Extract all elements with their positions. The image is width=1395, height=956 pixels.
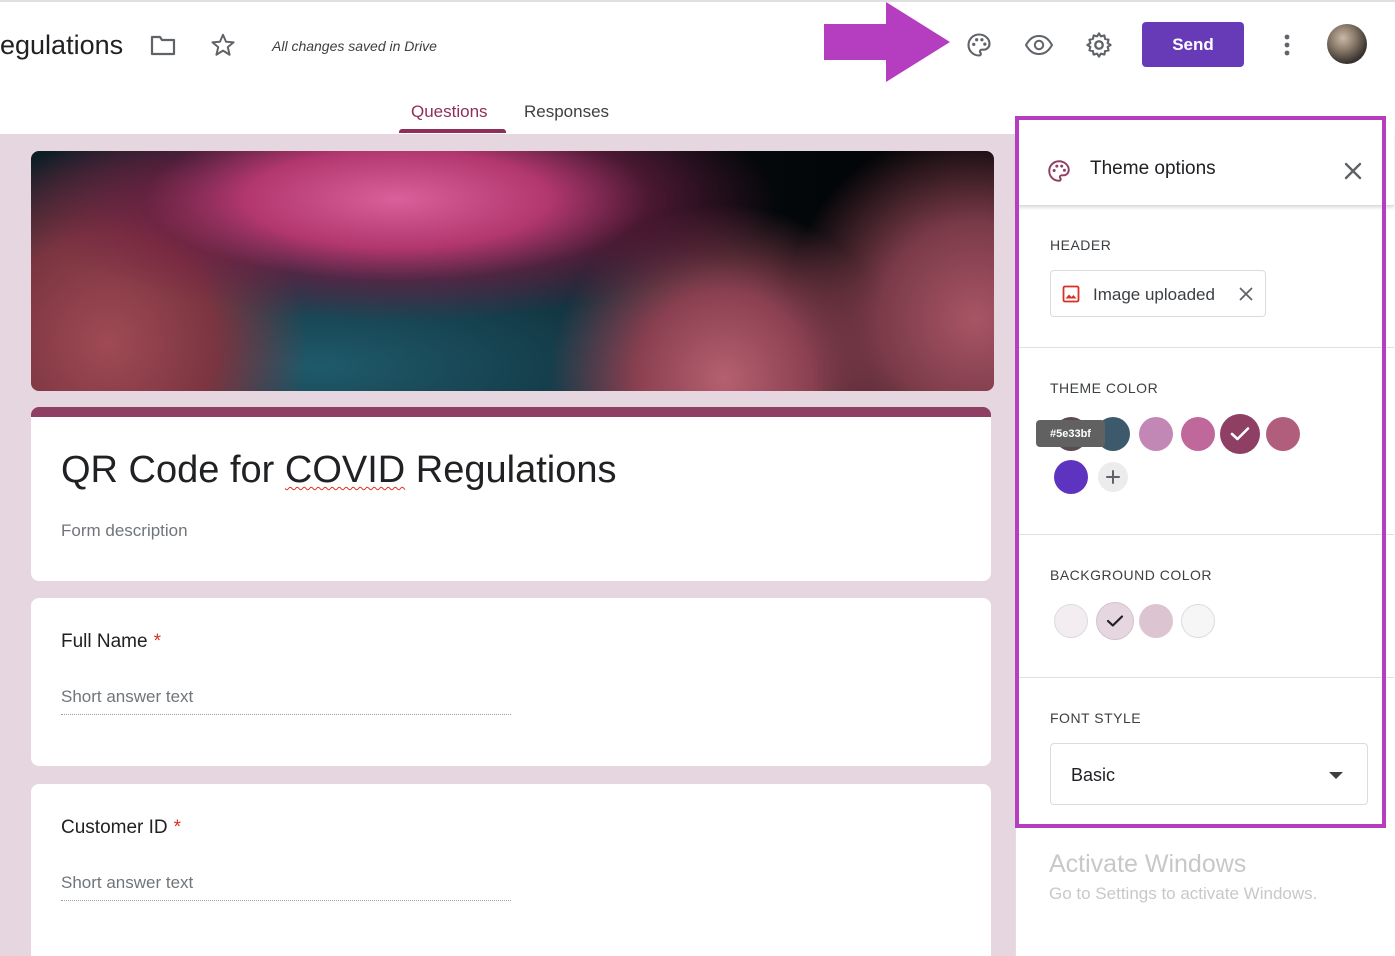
plus-icon [1106,470,1120,484]
theme-color-swatch-selected[interactable] [1220,414,1260,454]
font-style-label: FONT STYLE [1050,710,1142,726]
top-bar: egulations All changes saved in Drive Se… [0,0,1395,88]
header-section-label: HEADER [1050,237,1112,253]
theme-panel-title: Theme options [1090,158,1216,179]
question-card[interactable]: Full Name * Short answer text [31,598,991,766]
header-image [31,151,994,391]
section-divider [1016,534,1394,535]
send-button[interactable]: Send [1142,22,1244,67]
background-color-label: BACKGROUND COLOR [1050,567,1213,583]
image-icon [1061,284,1081,304]
image-uploaded-label: Image uploaded [1093,285,1215,304]
background-color-swatch[interactable] [1054,604,1088,638]
required-mark: * [153,631,161,652]
preview-eye-icon[interactable] [1022,28,1056,62]
tab-responses[interactable]: Responses [524,102,609,122]
background-color-swatch[interactable] [1181,604,1215,638]
question-title-text: Full Name [61,631,148,652]
check-icon [1230,427,1250,441]
theme-color-swatch[interactable] [1181,417,1215,451]
gear-icon[interactable] [1082,28,1116,62]
background-color-swatch[interactable] [1139,604,1173,638]
more-vert-icon[interactable] [1274,30,1300,60]
activate-windows-title: Activate Windows [1049,850,1247,878]
form-title[interactable]: QR Code for COVID Regulations [61,449,616,492]
palette-icon [1044,156,1074,186]
font-style-dropdown[interactable]: Basic [1050,743,1368,805]
palette-icon[interactable] [962,28,996,62]
theme-panel-header: Theme options [1016,134,1394,206]
section-divider [1016,347,1394,348]
star-icon[interactable] [208,30,238,60]
theme-color-swatch[interactable] [1266,417,1300,451]
question-title-text: Customer ID [61,817,168,838]
form-title-prefix: QR Code for [61,449,285,491]
form-canvas: QR Code for COVID Regulations Form descr… [0,134,1015,956]
theme-options-panel: Theme options HEADER Image uploaded THEM… [1015,134,1395,956]
form-description[interactable]: Form description [61,521,188,541]
add-custom-color-button[interactable] [1098,462,1128,492]
theme-color-swatch[interactable] [1139,417,1173,451]
question-card[interactable]: Customer ID * Short answer text [31,784,991,956]
folder-icon[interactable] [148,30,178,60]
tab-questions[interactable]: Questions [411,102,488,122]
required-mark: * [173,817,182,838]
question-title: Customer ID * [61,817,181,839]
form-title-suffix: Regulations [405,449,617,491]
activate-windows-subtitle: Go to Settings to activate Windows. [1049,884,1318,903]
form-title-misspelled-word: COVID [284,449,406,491]
theme-color-label: THEME COLOR [1050,380,1159,396]
font-style-value: Basic [1071,765,1116,785]
save-status: All changes saved in Drive [272,38,437,54]
section-divider [1016,677,1394,678]
question-title: Full Name * [61,631,161,653]
active-tab-indicator [399,129,506,133]
theme-color-swatch[interactable] [1054,460,1088,494]
short-answer-field: Short answer text [61,873,511,901]
check-icon [1106,615,1124,627]
tab-bar: Questions Responses [0,88,1015,134]
close-icon[interactable] [1338,156,1368,186]
image-uploaded-chip[interactable]: Image uploaded [1050,270,1266,317]
top-edge-line [0,0,1395,2]
color-tooltip: #5e33bf [1036,420,1105,447]
dropdown-arrow-icon [1329,772,1343,779]
background-color-swatch-selected[interactable] [1096,602,1134,640]
form-title-card[interactable]: QR Code for COVID Regulations Form descr… [31,407,991,581]
annotation-arrow [824,2,950,82]
avatar[interactable] [1327,24,1367,64]
remove-image-close-icon[interactable] [1235,283,1257,305]
document-title[interactable]: egulations [0,30,123,61]
short-answer-field: Short answer text [61,687,511,715]
